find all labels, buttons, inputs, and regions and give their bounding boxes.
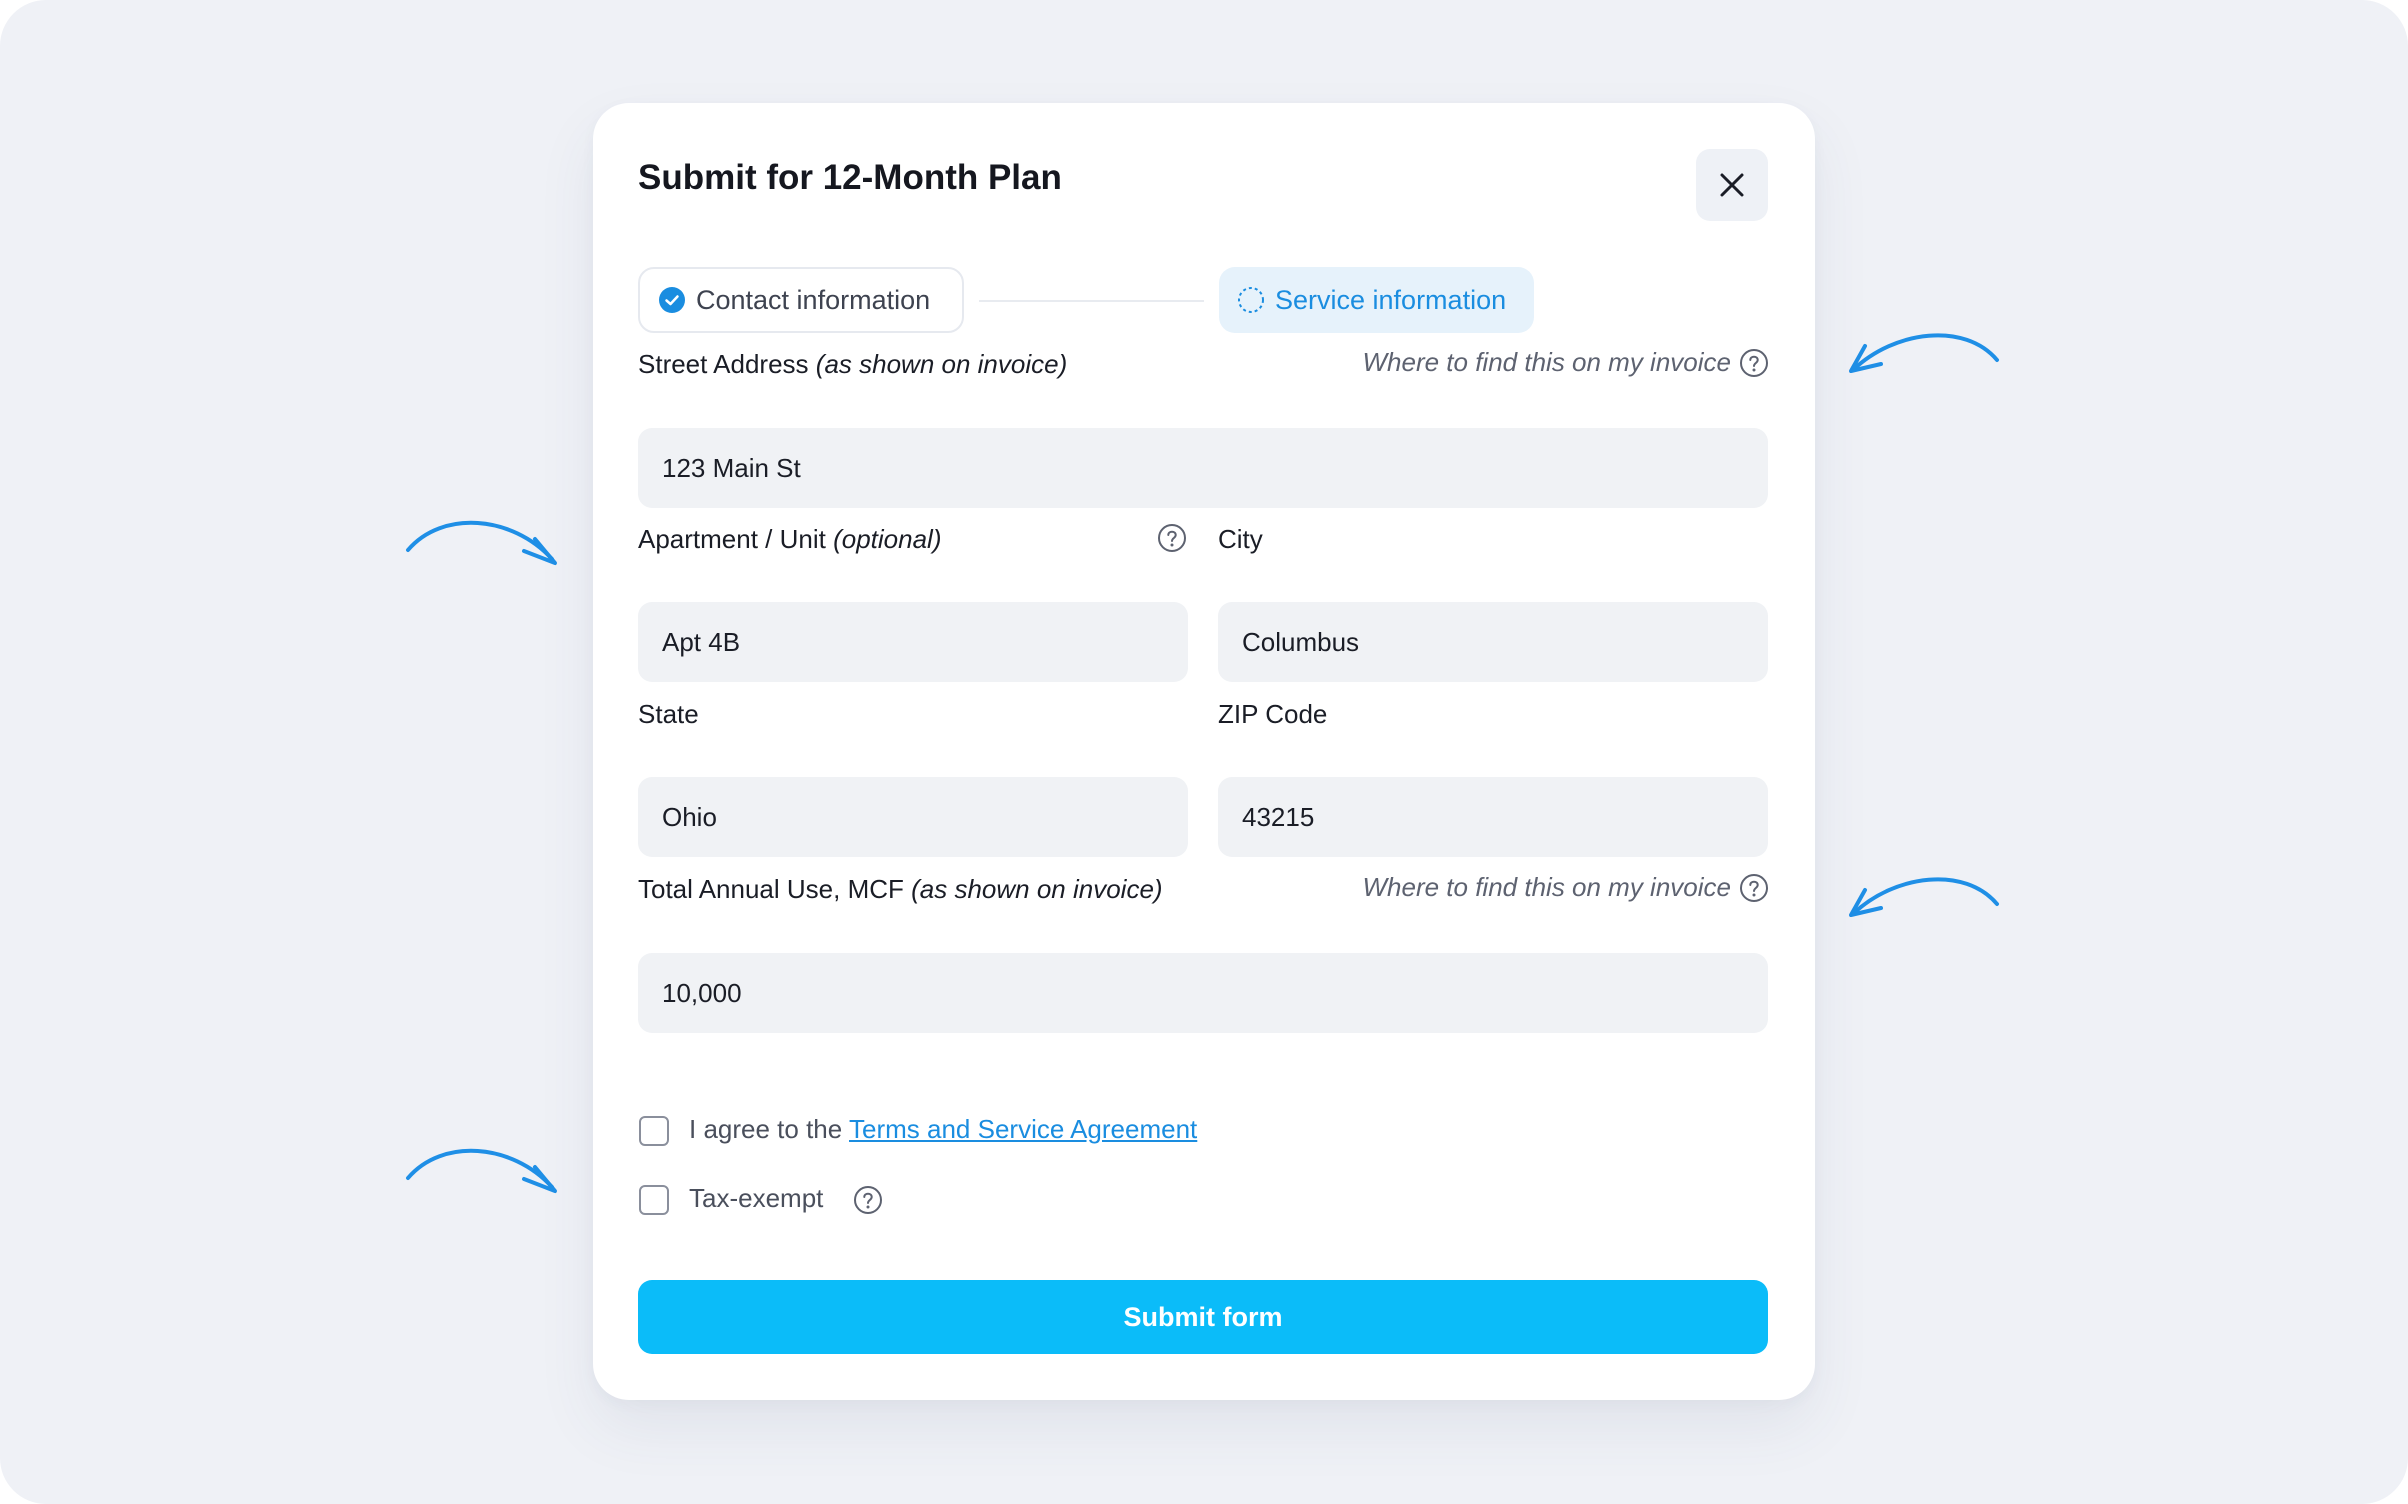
apartment-input[interactable]: Apt 4B <box>638 602 1188 682</box>
question-circle-icon[interactable] <box>853 1185 883 1215</box>
annual-use-note: (as shown on invoice) <box>911 874 1163 904</box>
annual-use-input[interactable]: 10,000 <box>638 953 1768 1033</box>
submit-plan-modal: Submit for 12-Month Plan Contact informa… <box>593 103 1815 1400</box>
dashed-circle-icon <box>1238 287 1264 313</box>
question-circle-icon <box>1740 873 1768 902</box>
zip-code-label: ZIP Code <box>1218 699 1328 729</box>
step-contact-information[interactable]: Contact information <box>638 267 964 333</box>
state-label: State <box>638 699 699 729</box>
street-address-label: Street Address (as shown on invoice) <box>638 349 1068 379</box>
annual-use-label: Total Annual Use, MCF (as shown on invoi… <box>638 874 1163 904</box>
annotation-arrow-icon <box>406 1148 557 1193</box>
city-input[interactable]: Columbus <box>1218 602 1768 682</box>
check-circle-icon <box>659 287 685 313</box>
terms-checkbox[interactable] <box>639 1116 669 1146</box>
apartment-label: Apartment / Unit (optional) <box>638 524 942 554</box>
step-connector <box>979 300 1204 302</box>
close-icon <box>1720 173 1744 197</box>
terms-checkbox-label: I agree to the Terms and Service Agreeme… <box>689 1114 1198 1144</box>
question-circle-icon[interactable] <box>1157 523 1187 553</box>
step-service-information[interactable]: Service information <box>1219 267 1534 333</box>
step-label: Contact information <box>696 284 931 315</box>
submit-form-button[interactable]: Submit form <box>638 1280 1768 1354</box>
annotation-arrow-icon <box>406 520 557 565</box>
annual-use-invoice-help-link[interactable]: Where to find this on my invoice <box>1363 872 1770 903</box>
annotation-arrow-icon <box>1849 877 1999 917</box>
tax-exempt-label: Tax-exempt <box>689 1183 824 1213</box>
apartment-note: (optional) <box>833 524 942 554</box>
close-button[interactable] <box>1696 149 1768 221</box>
street-invoice-help-link[interactable]: Where to find this on my invoice <box>1363 347 1770 378</box>
annotation-arrow-icon <box>1849 333 1999 373</box>
zip-code-input[interactable]: 43215 <box>1218 777 1768 857</box>
modal-title: Submit for 12-Month Plan <box>638 158 1062 197</box>
street-address-note: (as shown on invoice) <box>815 349 1068 379</box>
street-address-input[interactable]: 123 Main St <box>638 428 1768 508</box>
state-input[interactable]: Ohio <box>638 777 1188 857</box>
step-label: Service information <box>1275 284 1507 315</box>
tax-exempt-checkbox[interactable] <box>639 1185 669 1215</box>
terms-link[interactable]: Terms and Service Agreement <box>849 1114 1197 1144</box>
city-label: City <box>1218 524 1263 554</box>
question-circle-icon <box>1740 348 1768 377</box>
